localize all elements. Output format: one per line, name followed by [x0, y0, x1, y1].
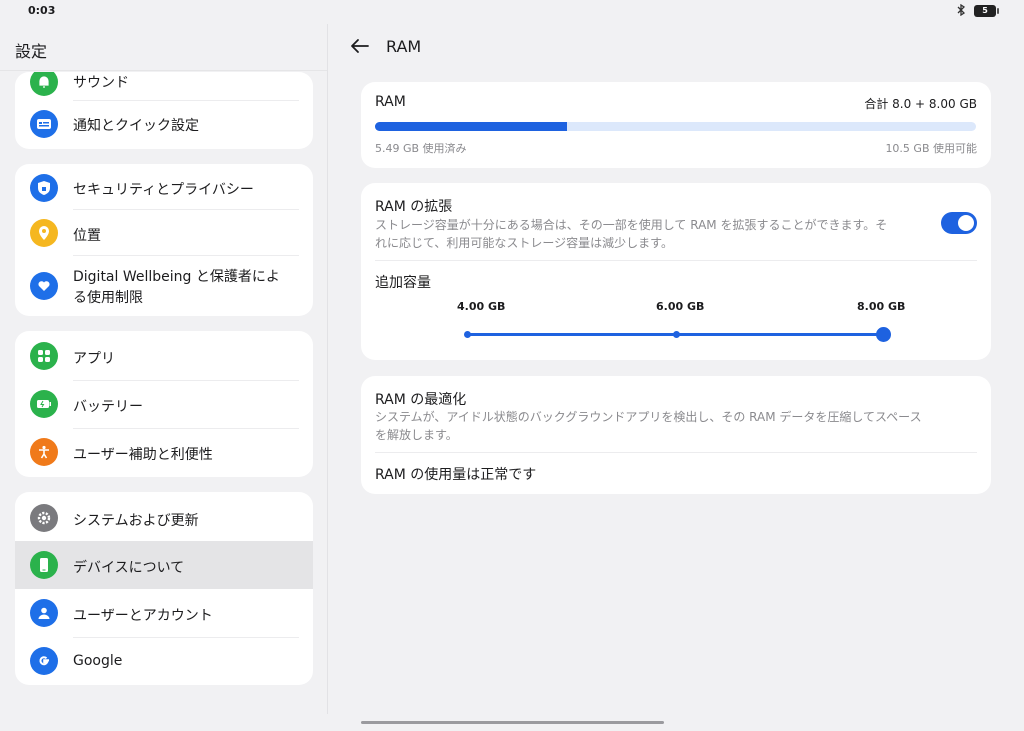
clock: 0:03	[28, 4, 56, 17]
ram-optimization-title: RAM の最適化	[375, 392, 467, 408]
sidebar-item-label: セキュリティとプライバシー	[73, 182, 254, 198]
gear-icon	[30, 504, 58, 532]
arrow-left-icon	[351, 39, 369, 53]
desc-line-2: れに応じて、利用可能なストレージ容量は減少します。	[375, 236, 673, 250]
back-button[interactable]	[348, 34, 372, 58]
sidebar-item-google[interactable]: Google	[15, 637, 313, 685]
settings-group-3: アプリ バッテリー ユーザー補助と利便性	[15, 331, 313, 477]
sidebar-item-label: Digital Wellbeing と保護者によ	[73, 269, 280, 285]
settings-sidebar: 設定 サウンド 通知とクイック設定 セキュリティとプライバシー 位置 Digit…	[0, 24, 327, 731]
ram-optimization-card: RAM の最適化 システムが、アイドル状態のバックグラウンドアプリを検出し、その…	[361, 376, 991, 494]
accessibility-icon	[30, 438, 58, 466]
ram-optimization-desc: システムが、アイドル状態のバックグラウンドアプリを検出し、その RAM データを…	[375, 408, 975, 444]
title-divider	[0, 70, 327, 71]
status-bar: 0:03 5	[0, 0, 1024, 24]
phone-icon	[30, 551, 58, 579]
sidebar-item-label: 通知とクイック設定	[73, 118, 199, 134]
slider-tick-label: 8.00 GB	[857, 300, 906, 313]
sidebar-item-label: デバイスについて	[73, 560, 185, 576]
additional-capacity-label: 追加容量	[375, 275, 431, 291]
settings-group-4: システムおよび更新 デバイスについて ユーザーとアカウント Google	[15, 492, 313, 685]
settings-group-2: セキュリティとプライバシー 位置 Digital Wellbeing と保護者に…	[15, 164, 313, 316]
gesture-nav-bar[interactable]	[361, 721, 664, 724]
google-icon	[30, 647, 58, 675]
slider-step-dot[interactable]	[464, 331, 471, 338]
battery-icon: 5	[974, 5, 999, 17]
heart-icon	[30, 272, 58, 300]
slider-tick-label: 6.00 GB	[656, 300, 705, 313]
sidebar-item-label: システムおよび更新	[73, 513, 199, 529]
sidebar-item-digital-wellbeing[interactable]: Digital Wellbeing と保護者によ る使用制限	[15, 256, 313, 316]
divider	[375, 452, 977, 453]
page-title: 設定	[15, 42, 48, 61]
notification-icon	[30, 110, 58, 138]
sidebar-item-label: Google	[73, 653, 123, 669]
slider-thumb[interactable]	[876, 327, 891, 342]
ram-available-label: 10.5 GB 使用可能	[885, 142, 977, 155]
slider-tick-label: 4.00 GB	[457, 300, 506, 313]
ram-usage-bar	[375, 122, 976, 131]
sidebar-item-security[interactable]: セキュリティとプライバシー	[15, 164, 313, 210]
ram-usage-card: RAM 合計 8.0 + 8.00 GB 5.49 GB 使用済み 10.5 G…	[361, 82, 991, 168]
ram-expansion-toggle[interactable]	[941, 212, 977, 234]
divider	[375, 260, 977, 261]
ram-expansion-desc: ストレージ容量が十分にある場合は、その一部を使用して RAM を拡張することがで…	[375, 216, 935, 252]
sidebar-item-battery[interactable]: バッテリー	[15, 380, 313, 428]
sidebar-item-label: バッテリー	[73, 399, 143, 415]
settings-group-1: サウンド 通知とクイック設定	[15, 72, 313, 149]
bell-icon	[30, 72, 58, 96]
sidebar-item-accessibility[interactable]: ユーザー補助と利便性	[15, 428, 313, 477]
ram-usage-title: RAM	[375, 94, 406, 110]
sidebar-item-label: サウンド	[73, 75, 129, 91]
ram-used-label: 5.49 GB 使用済み	[375, 142, 467, 155]
pane-divider	[327, 24, 328, 714]
sidebar-item-about-device[interactable]: デバイスについて	[15, 541, 313, 589]
battery-icon	[30, 390, 58, 418]
ram-usage-fill	[375, 122, 568, 131]
sidebar-item-label: 位置	[73, 228, 101, 244]
sidebar-item-notifications[interactable]: 通知とクイック設定	[15, 100, 313, 148]
ram-status-row[interactable]: RAM の使用量は正常です	[375, 464, 536, 484]
ram-expansion-title: RAM の拡張	[375, 199, 453, 215]
detail-title: RAM	[386, 37, 422, 56]
sidebar-item-label: ユーザー補助と利便性	[73, 447, 213, 463]
slider-step-dot[interactable]	[673, 331, 680, 338]
desc-line-1: システムが、アイドル状態のバックグラウンドアプリを検出し、その RAM データを…	[375, 410, 922, 424]
sidebar-item-location[interactable]: 位置	[15, 210, 313, 256]
sidebar-item-users-accounts[interactable]: ユーザーとアカウント	[15, 589, 313, 637]
bluetooth-icon	[956, 3, 966, 19]
user-icon	[30, 599, 58, 627]
desc-line-1: ストレージ容量が十分にある場合は、その一部を使用して RAM を拡張することがで…	[375, 218, 888, 232]
sidebar-item-label-line2: る使用制限	[73, 290, 143, 306]
sidebar-item-label: ユーザーとアカウント	[73, 608, 213, 624]
ram-total-label: 合計 8.0 + 8.00 GB	[864, 97, 977, 111]
desc-line-2: を解放します。	[375, 428, 458, 442]
apps-grid-icon	[30, 342, 58, 370]
sidebar-item-system-update[interactable]: システムおよび更新	[15, 492, 313, 541]
ram-expansion-card: RAM の拡張 ストレージ容量が十分にある場合は、その一部を使用して RAM を…	[361, 183, 991, 360]
location-pin-icon	[30, 219, 58, 247]
sidebar-item-apps[interactable]: アプリ	[15, 331, 313, 379]
shield-lock-icon	[30, 174, 58, 202]
sidebar-item-label: アプリ	[73, 351, 115, 367]
